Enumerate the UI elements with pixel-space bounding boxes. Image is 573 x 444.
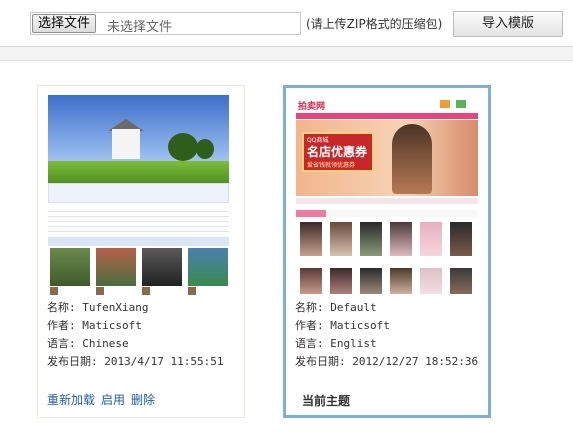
thumbnail-avatar xyxy=(142,287,150,295)
reload-link[interactable]: 重新加载 xyxy=(47,393,95,407)
thumbnail-product xyxy=(330,268,352,294)
theme-language: Chinese xyxy=(82,337,129,350)
file-status-text: 未选择文件 xyxy=(107,20,173,35)
language-label: 语言: xyxy=(295,337,324,350)
thumbnail-photo xyxy=(96,248,136,286)
author-label: 作者: xyxy=(47,319,76,332)
theme-info: 名称: Default 作者: Maticsoft 语言: Englist 发布… xyxy=(295,299,478,371)
thumbnail-product xyxy=(360,268,382,294)
theme-date-row: 发布日期: 2012/12/27 18:52:36 xyxy=(295,353,478,371)
theme-name-row: 名称: Default xyxy=(295,299,478,317)
thumbnail-avatar xyxy=(96,287,104,295)
thumbnail-product xyxy=(450,222,472,256)
thumbnail-product xyxy=(300,222,322,256)
thumbnail-product xyxy=(420,222,442,256)
theme-author-row: 作者: Maticsoft xyxy=(295,317,478,335)
author-label: 作者: xyxy=(295,319,324,332)
thumbnail-product xyxy=(360,222,382,256)
thumbnail-product xyxy=(330,222,352,256)
choose-file-button[interactable]: 选择文件 xyxy=(32,14,97,33)
thumbnail-button xyxy=(440,100,450,108)
thumbnail-nav xyxy=(296,113,478,119)
thumbnail-product xyxy=(420,268,442,294)
theme-date: 2013/4/17 11:55:51 xyxy=(104,355,224,368)
thumbnail-photo xyxy=(188,248,228,286)
thumbnail-avatar xyxy=(50,287,58,295)
thumbnail-product xyxy=(300,268,322,294)
theme-info: 名称: TufenXiang 作者: Maticsoft 语言: Chinese… xyxy=(47,299,223,371)
theme-card-tufenxiang: 名称: TufenXiang 作者: Maticsoft 语言: Chinese… xyxy=(37,85,245,418)
theme-language-row: 语言: Englist xyxy=(295,335,478,353)
thumbnail-avatar xyxy=(188,287,196,295)
import-template-button[interactable]: 导入模版 xyxy=(453,11,563,37)
language-label: 语言: xyxy=(47,337,76,350)
theme-thumbnail: 拍卖网 QQ商城 名店优惠券 爱省钱就领优惠券 xyxy=(296,96,478,298)
name-label: 名称: xyxy=(47,301,76,314)
date-label: 发布日期: xyxy=(47,355,98,368)
theme-author-row: 作者: Maticsoft xyxy=(47,317,223,335)
thumbnail-section-header xyxy=(48,237,229,246)
banner-model xyxy=(392,124,432,194)
upload-toolbar: 选择文件 未选择文件 (请上传ZIP格式的压缩包) 导入模版 xyxy=(0,0,573,47)
theme-author: Maticsoft xyxy=(82,319,142,332)
thumbnail-strip xyxy=(296,198,478,204)
coupon-main-text: 名店优惠券 xyxy=(307,145,368,159)
thumbnail-product xyxy=(390,222,412,256)
enable-link[interactable]: 启用 xyxy=(101,393,125,407)
divider-band xyxy=(0,47,573,61)
date-label: 发布日期: xyxy=(295,355,346,368)
thumbnail-category-bar xyxy=(296,210,478,217)
thumbnail-logo: 拍卖网 xyxy=(298,102,326,112)
theme-language: Englist xyxy=(330,337,377,350)
thumbnail-tree xyxy=(168,133,198,161)
theme-thumbnail xyxy=(48,95,229,296)
upload-hint: (请上传ZIP格式的压缩包) xyxy=(306,17,443,31)
theme-name-row: 名称: TufenXiang xyxy=(47,299,223,317)
file-input[interactable]: 选择文件 未选择文件 xyxy=(30,12,301,35)
theme-actions: 重新加载 启用 删除 xyxy=(47,391,161,408)
thumbnail-grass xyxy=(48,161,229,185)
theme-author: Maticsoft xyxy=(330,319,390,332)
name-label: 名称: xyxy=(295,301,324,314)
thumbnail-photo xyxy=(142,248,182,286)
thumbnail-product xyxy=(450,268,472,294)
theme-card-default: 拍卖网 QQ商城 名店优惠券 爱省钱就领优惠券 名称: Default 作者: … xyxy=(283,85,491,418)
theme-date: 2012/12/27 18:52:36 xyxy=(352,355,479,368)
theme-name: TufenXiang xyxy=(82,301,149,314)
thumbnail-text-lines xyxy=(48,207,229,235)
thumbnail-church xyxy=(112,129,140,159)
thumbnail-coupon: QQ商城 名店优惠券 爱省钱就领优惠券 xyxy=(302,132,374,172)
theme-date-row: 发布日期: 2013/4/17 11:55:51 xyxy=(47,353,223,371)
delete-link[interactable]: 删除 xyxy=(131,393,155,407)
thumbnail-product xyxy=(390,268,412,294)
thumbnail-button xyxy=(456,100,466,108)
coupon-sub-text: 爱省钱就领优惠券 xyxy=(307,162,356,169)
theme-language-row: 语言: Chinese xyxy=(47,335,223,353)
thumbnail-tree xyxy=(196,139,214,159)
current-theme-label: 当前主题 xyxy=(302,394,351,408)
theme-name: Default xyxy=(330,301,377,314)
thumbnail-panel xyxy=(48,183,229,203)
thumbnail-photo xyxy=(50,248,90,286)
